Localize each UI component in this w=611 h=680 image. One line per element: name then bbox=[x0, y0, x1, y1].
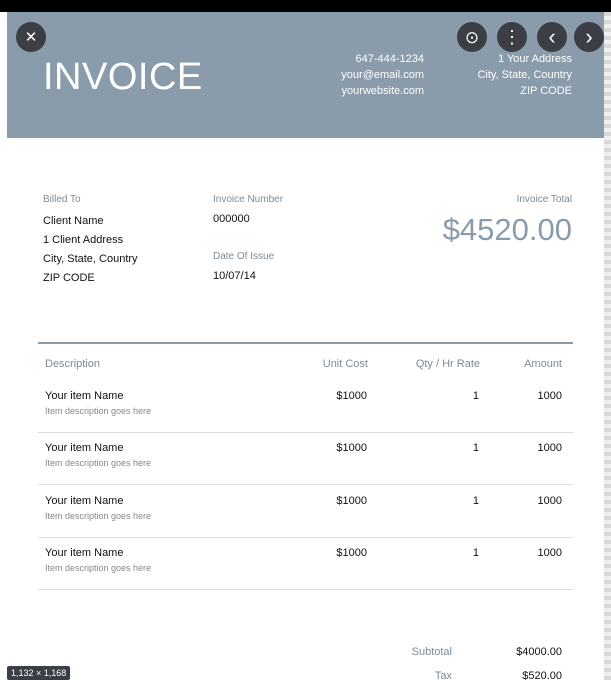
date-of-issue-label: Date Of Issue bbox=[213, 251, 275, 262]
item-unit-cost: $1000 bbox=[336, 442, 367, 454]
invoice-number-label: Invoice Number bbox=[213, 194, 284, 205]
item-name: Your item Name bbox=[45, 390, 124, 402]
invoice-title: INVOICE bbox=[43, 56, 203, 98]
item-qty: 1 bbox=[472, 390, 479, 402]
item-unit-cost: $1000 bbox=[336, 495, 367, 507]
more-options-icon[interactable]: ⋮ bbox=[497, 22, 527, 52]
client-city: City, State, Country bbox=[43, 253, 138, 265]
table-divider bbox=[38, 342, 573, 344]
item-name: Your item Name bbox=[45, 442, 124, 454]
item-qty: 1 bbox=[472, 547, 479, 559]
right-scroll-strip bbox=[604, 12, 611, 680]
subtotal-value: $4000.00 bbox=[516, 646, 562, 658]
item-qty: 1 bbox=[472, 442, 479, 454]
column-header-unit-cost: Unit Cost bbox=[322, 358, 368, 370]
billed-to-block: Client Name 1 Client Address City, State… bbox=[43, 212, 138, 288]
invoice-number: 000000 bbox=[213, 213, 250, 225]
item-unit-cost: $1000 bbox=[336, 390, 367, 402]
table-row: Your item Name Item description goes her… bbox=[38, 537, 573, 590]
client-zip: ZIP CODE bbox=[43, 272, 95, 284]
client-address: 1 Client Address bbox=[43, 234, 124, 246]
address-line-1: 1 Your Address bbox=[497, 53, 572, 65]
column-header-qty: Qty / Hr Rate bbox=[415, 358, 480, 370]
column-header-description: Description bbox=[45, 358, 101, 370]
table-row: Your item Name Item description goes her… bbox=[38, 432, 573, 485]
item-description: Item description goes here bbox=[45, 511, 152, 521]
invoice-total-label: Invoice Total bbox=[516, 194, 572, 205]
item-amount: 1000 bbox=[537, 390, 562, 402]
item-description: Item description goes here bbox=[45, 458, 152, 468]
contact-block: 647-444-1234 your@email.com yourwebsite.… bbox=[341, 51, 424, 99]
item-unit-cost: $1000 bbox=[336, 547, 367, 559]
contact-phone: 647-444-1234 bbox=[355, 53, 424, 65]
lens-icon[interactable]: ⊙ bbox=[457, 22, 487, 52]
top-strip bbox=[0, 0, 611, 12]
invoice-total-amount: $4520.00 bbox=[442, 212, 572, 247]
client-name: Client Name bbox=[43, 215, 104, 227]
item-name: Your item Name bbox=[45, 547, 124, 559]
table-row: Your item Name Item description goes her… bbox=[38, 380, 573, 433]
previous-icon[interactable]: ‹ bbox=[537, 22, 567, 52]
close-icon[interactable]: ✕ bbox=[16, 22, 46, 52]
item-name: Your item Name bbox=[45, 495, 124, 507]
item-description: Item description goes here bbox=[45, 563, 152, 573]
next-icon[interactable]: › bbox=[574, 22, 604, 52]
tax-label: Tax bbox=[434, 670, 452, 680]
billed-to-label: Billed To bbox=[43, 194, 81, 205]
subtotal-label: Subtotal bbox=[411, 646, 452, 658]
date-of-issue: 10/07/14 bbox=[213, 270, 256, 282]
address-line-3: ZIP CODE bbox=[520, 85, 572, 97]
contact-email: your@email.com bbox=[341, 69, 424, 81]
address-line-2: City, State, Country bbox=[477, 69, 572, 81]
item-description: Item description goes here bbox=[45, 406, 152, 416]
image-viewer: INVOICE 647-444-1234 your@email.com your… bbox=[0, 0, 611, 680]
invoice-document: INVOICE 647-444-1234 your@email.com your… bbox=[7, 12, 604, 680]
column-header-amount: Amount bbox=[524, 358, 562, 370]
item-amount: 1000 bbox=[537, 547, 562, 559]
image-size-badge: 1,132 × 1,168 bbox=[7, 666, 71, 680]
tax-value: $520.00 bbox=[522, 670, 562, 680]
contact-website: yourwebsite.com bbox=[341, 85, 424, 97]
item-amount: 1000 bbox=[537, 495, 562, 507]
item-qty: 1 bbox=[472, 495, 479, 507]
item-amount: 1000 bbox=[537, 442, 562, 454]
address-block: 1 Your Address City, State, Country ZIP … bbox=[477, 51, 572, 99]
table-row: Your item Name Item description goes her… bbox=[38, 485, 573, 538]
